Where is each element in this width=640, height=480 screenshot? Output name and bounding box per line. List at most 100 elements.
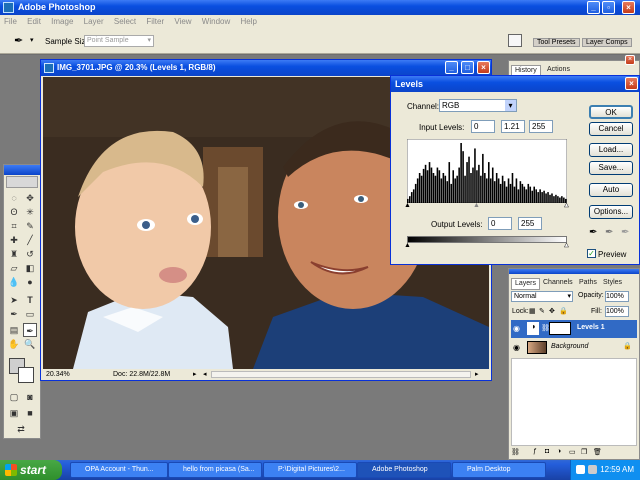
tray-icon[interactable]	[576, 465, 585, 474]
eyedropper-tool-icon-box[interactable]: ✒	[23, 323, 37, 337]
photoshop-feather-icon[interactable]	[6, 176, 38, 188]
lasso-tool-icon[interactable]: ʘ	[7, 205, 21, 219]
restore-button[interactable]: ▫	[602, 1, 615, 14]
scroll-right-icon[interactable]: ▸	[475, 369, 479, 380]
task-thunderbird[interactable]: OPA Account - Thun...	[70, 462, 168, 478]
menu-filter[interactable]: Filter	[142, 15, 168, 28]
add-mask-icon[interactable]: ◘	[545, 448, 549, 455]
eraser-tool-icon[interactable]: ▱	[7, 261, 21, 275]
menu-select[interactable]: Select	[110, 15, 140, 28]
tab-paths[interactable]: Paths	[576, 278, 600, 288]
options-button[interactable]: Options...	[589, 205, 633, 219]
preview-checkbox[interactable]: ✓	[587, 249, 596, 258]
layer-row-levels-1[interactable]: ◉ ◑ ⛓ Levels 1	[511, 320, 637, 338]
path-selection-tool-icon[interactable]: ➤	[7, 293, 21, 307]
blur-tool-icon[interactable]: 💧	[7, 275, 21, 289]
history-brush-tool-icon[interactable]: ↺	[23, 247, 37, 261]
minimize-button[interactable]: _	[587, 1, 600, 14]
tab-actions[interactable]: Actions	[544, 65, 573, 75]
shape-tool-icon[interactable]: ▭	[23, 307, 37, 321]
eye-icon[interactable]: ◉	[513, 324, 520, 333]
app-title-bar[interactable]: Adobe Photoshop _ ▫ ×	[0, 0, 640, 15]
levels-close-button[interactable]: ×	[625, 77, 638, 90]
input-white-point-field[interactable]: 255	[529, 120, 553, 133]
gray-eyedropper-icon[interactable]: ✒	[605, 227, 613, 238]
lock-image-icon[interactable]: ✎	[539, 307, 545, 315]
marquee-tool-icon[interactable]: ◌	[7, 191, 21, 205]
full-screen-mode-icon[interactable]: ■	[23, 406, 37, 420]
menu-layer[interactable]: Layer	[80, 15, 108, 28]
slice-tool-icon[interactable]: ✎	[23, 219, 37, 233]
toolbox-header[interactable]	[4, 165, 40, 175]
menu-window[interactable]: Window	[198, 15, 234, 28]
status-menu-arrow-icon[interactable]: ▸	[193, 369, 197, 380]
layer-row-background[interactable]: ◉ Background 🔒	[511, 339, 637, 357]
document-minimize-button[interactable]: _	[445, 61, 458, 74]
document-close-button[interactable]: ×	[477, 61, 490, 74]
lock-position-icon[interactable]: ✥	[549, 307, 555, 315]
opacity-field[interactable]: 100%	[605, 291, 629, 302]
zoom-tool-icon[interactable]: 🔍	[23, 337, 37, 351]
menu-file[interactable]: File	[0, 15, 21, 28]
tab-tool-presets[interactable]: Tool Presets	[533, 38, 580, 47]
notes-tool-icon[interactable]: ▤	[7, 323, 21, 337]
move-tool-icon[interactable]: ✥	[23, 191, 37, 205]
close-button[interactable]: ×	[622, 1, 635, 14]
ok-button[interactable]: OK	[589, 105, 633, 119]
zoom-level[interactable]: 20.34%	[46, 369, 70, 380]
fill-field[interactable]: 100%	[605, 306, 629, 317]
menu-help[interactable]: Help	[236, 15, 260, 28]
document-maximize-button[interactable]: □	[461, 61, 474, 74]
white-eyedropper-icon[interactable]: ✒	[621, 227, 629, 238]
type-tool-icon[interactable]: T	[23, 293, 37, 307]
menu-image[interactable]: Image	[47, 15, 77, 28]
tray-icon-2[interactable]	[588, 465, 597, 474]
pen-tool-icon[interactable]: ✒	[7, 307, 21, 321]
input-black-slider-icon[interactable]: ▲	[404, 202, 411, 209]
eyedropper-tool-icon[interactable]: ✒	[14, 34, 23, 47]
new-group-icon[interactable]: ▭	[569, 448, 576, 456]
load-button[interactable]: Load...	[589, 143, 633, 157]
task-picasa-mail[interactable]: hello from picasa (Sa...	[168, 462, 262, 478]
lock-transparency-icon[interactable]: ▦	[529, 307, 536, 315]
layer-style-icon[interactable]: ƒ	[533, 448, 537, 455]
clone-stamp-tool-icon[interactable]: ♜	[7, 247, 21, 261]
tab-styles[interactable]: Styles	[600, 278, 625, 288]
new-adjustment-layer-icon[interactable]: ◑	[557, 448, 561, 455]
standard-mode-icon[interactable]: ▢	[7, 390, 21, 404]
output-white-field[interactable]: 255	[518, 217, 542, 230]
hand-tool-icon[interactable]: ✋	[7, 337, 21, 351]
start-button[interactable]: start	[0, 460, 62, 480]
eye-icon[interactable]: ◉	[513, 343, 520, 352]
output-black-slider-icon[interactable]: ▲	[404, 242, 411, 249]
brush-tool-icon[interactable]: ╱	[23, 233, 37, 247]
horizontal-scrollbar[interactable]	[211, 371, 471, 378]
quick-mask-mode-icon[interactable]: ◙	[23, 390, 37, 404]
delete-layer-icon[interactable]: 🗑	[593, 448, 602, 456]
black-eyedropper-icon[interactable]: ✒	[589, 227, 597, 238]
sample-size-select[interactable]: Point Sample ▾	[84, 35, 154, 47]
new-layer-icon[interactable]: ❐	[581, 448, 587, 456]
save-button[interactable]: Save...	[589, 161, 633, 175]
task-palm-desktop[interactable]: Palm Desktop	[452, 462, 546, 478]
scroll-left-icon[interactable]: ◂	[203, 369, 207, 380]
channel-select[interactable]: RGB ▾	[439, 99, 517, 112]
gradient-tool-icon[interactable]: ◧	[23, 261, 37, 275]
task-adobe-photoshop[interactable]: Adobe Photoshop	[357, 462, 451, 478]
dodge-tool-icon[interactable]: ●	[23, 275, 37, 289]
history-panel-close-button[interactable]: ×	[625, 55, 635, 65]
cancel-button[interactable]: Cancel	[589, 122, 633, 136]
magic-wand-tool-icon[interactable]: ✳	[23, 205, 37, 219]
blend-mode-select[interactable]: Normal ▾	[511, 291, 573, 302]
menu-edit[interactable]: Edit	[23, 15, 45, 28]
link-layers-icon[interactable]: ⛓	[511, 448, 520, 456]
background-color-swatch[interactable]	[18, 367, 34, 383]
document-title-bar[interactable]: IMG_3701.JPG @ 20.3% (Levels 1, RGB/8) _…	[41, 60, 491, 76]
tool-preset-dropdown-icon[interactable]: ▾	[30, 36, 34, 44]
output-black-field[interactable]: 0	[488, 217, 512, 230]
jump-to-imageready-icon[interactable]: ⇄	[14, 422, 28, 436]
menu-view[interactable]: View	[170, 15, 195, 28]
lock-all-icon[interactable]: 🔒	[559, 307, 568, 315]
input-gamma-slider-icon[interactable]: ▲	[473, 202, 480, 209]
healing-brush-tool-icon[interactable]: ✚	[7, 233, 21, 247]
